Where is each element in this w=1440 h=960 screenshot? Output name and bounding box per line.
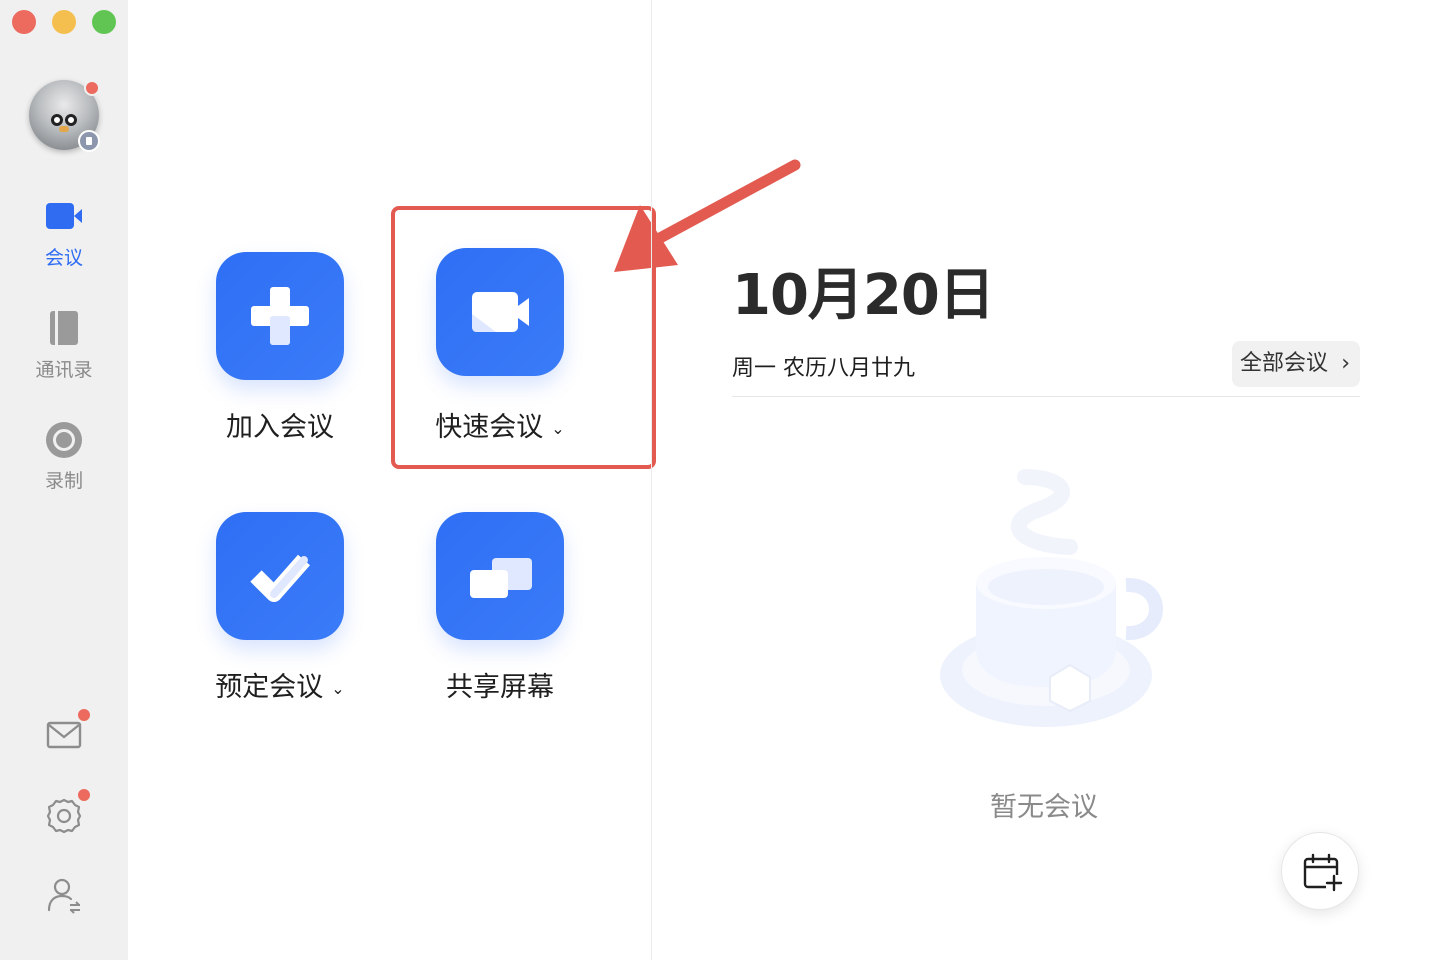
calendar-add-icon xyxy=(1303,853,1343,892)
avatar-status-badge-icon xyxy=(78,130,100,152)
empty-state-text: 暂无会议 xyxy=(990,792,1098,823)
close-window-button[interactable] xyxy=(12,10,36,34)
address-book-icon xyxy=(44,309,84,349)
chevron-right-icon: › xyxy=(1341,351,1350,376)
schedule-meeting-button[interactable] xyxy=(216,512,344,640)
share-screen-icon xyxy=(470,558,532,598)
sidebar-item-contacts[interactable]: 通讯录 xyxy=(0,309,128,382)
plus-icon xyxy=(251,287,309,345)
minimize-window-button[interactable] xyxy=(52,10,76,34)
avatar-notification-dot xyxy=(84,80,100,96)
panel-divider xyxy=(651,0,652,960)
sidebar-item-record[interactable]: 录制 xyxy=(0,420,128,493)
sidebar-item-meetings[interactable]: 会议 xyxy=(0,197,128,270)
all-meetings-button[interactable]: 全部会议 › xyxy=(1232,341,1360,387)
share-screen-button[interactable] xyxy=(436,512,564,640)
avatar-beak xyxy=(59,126,69,132)
all-meetings-label: 全部会议 xyxy=(1240,351,1329,376)
video-camera-icon xyxy=(44,197,84,237)
sidebar: 会议 通讯录 录制 xyxy=(0,0,128,960)
avatar-eye xyxy=(65,114,77,126)
maximize-window-button[interactable] xyxy=(92,10,116,34)
avatar-eye xyxy=(51,114,63,126)
sidebar-item-label: 录制 xyxy=(44,470,83,492)
header-divider xyxy=(732,396,1360,397)
empty-cup-illustration-icon xyxy=(940,469,1163,727)
schedule-meeting-label: 预定会议 ⌄ xyxy=(194,665,366,704)
sidebar-item-label: 通讯录 xyxy=(35,359,93,381)
join-meeting-label: 加入会议 xyxy=(226,412,334,443)
mail-notification-dot xyxy=(76,707,92,723)
add-schedule-button[interactable] xyxy=(1281,832,1359,910)
sidebar-item-label: 会议 xyxy=(44,247,83,269)
join-meeting-button[interactable] xyxy=(216,252,344,380)
record-icon xyxy=(44,420,84,460)
checkmark-icon xyxy=(250,554,310,602)
settings-notification-dot xyxy=(76,787,92,803)
date-title: 10月20日 xyxy=(732,263,995,328)
share-screen-label: 共享屏幕 xyxy=(446,672,554,703)
schedule-meeting-text: 预定会议 xyxy=(215,672,324,703)
gear-icon[interactable] xyxy=(44,796,84,836)
date-subtitle: 周一 农历八月廿九 xyxy=(732,356,915,381)
user-switch-icon[interactable] xyxy=(44,876,84,916)
chevron-down-icon[interactable]: ⌄ xyxy=(331,679,344,698)
